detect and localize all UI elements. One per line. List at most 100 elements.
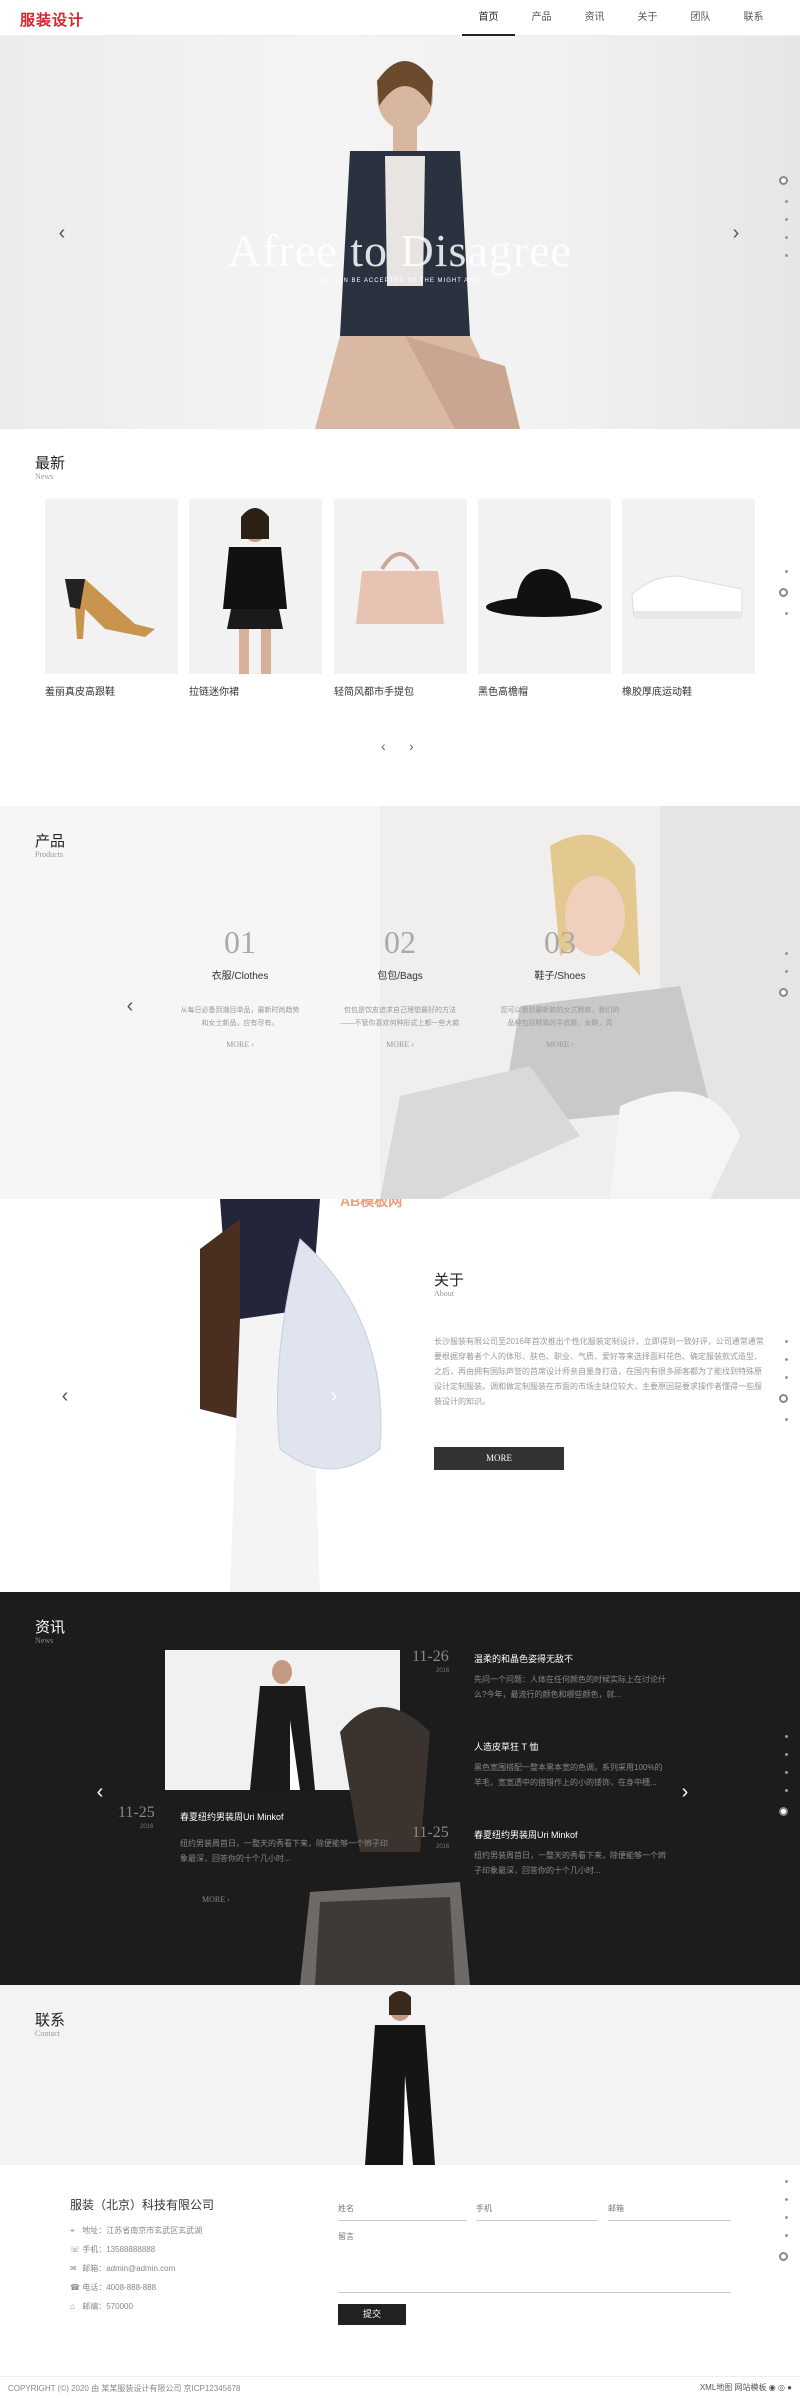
- qq-icon[interactable]: ●: [787, 2383, 792, 2392]
- newsdark-pagination: [779, 1735, 790, 1831]
- contact-section-subtitle: Contact: [35, 2029, 60, 2038]
- hero-subtitle: YOU CAN BE ACCEPTED TO THE MIGHT ARMY: [314, 278, 486, 284]
- pagination-dot[interactable]: [779, 176, 788, 185]
- pagination-dot[interactable]: [784, 1418, 788, 1421]
- category-desc: 包包是饮皮追求自己理想最好的方法——不管你喜欢何种形式上都一些大款: [340, 1007, 460, 1027]
- pagination-dot[interactable]: [784, 2180, 788, 2183]
- pagination-dot[interactable]: [784, 1735, 788, 1738]
- product-card[interactable]: 羞丽真皮高跟鞋: [45, 499, 178, 698]
- nav-contact[interactable]: 联系: [727, 0, 780, 36]
- pagination-dot[interactable]: [784, 218, 788, 221]
- pagination-dot[interactable]: [779, 2252, 788, 2261]
- site-logo[interactable]: 服装设计: [20, 9, 84, 30]
- newsdark-section-subtitle: News: [35, 1636, 54, 1645]
- pagination-dot[interactable]: [784, 970, 788, 973]
- pagination-dot[interactable]: [784, 200, 788, 203]
- product-card[interactable]: 拉链迷你裙: [189, 499, 322, 698]
- mobile-field[interactable]: 手机: [476, 2203, 598, 2221]
- pagination-dot[interactable]: [779, 1394, 788, 1403]
- nav-about[interactable]: 关于: [621, 0, 674, 36]
- news-next-button[interactable]: ›: [409, 738, 414, 754]
- about-more-button[interactable]: MORE: [434, 1447, 564, 1470]
- hero-prev-arrow[interactable]: ‹: [52, 223, 72, 243]
- pagination-dot[interactable]: [779, 1807, 788, 1816]
- nav-products[interactable]: 产品: [515, 0, 568, 36]
- hero-next-arrow[interactable]: ›: [726, 223, 746, 243]
- newsdark-prev-arrow[interactable]: ‹: [90, 1782, 110, 1802]
- category-more-link[interactable]: MORE ›: [320, 1040, 480, 1049]
- product-card[interactable]: 黑色高檐帽: [478, 499, 611, 698]
- submit-button[interactable]: 提交: [338, 2304, 406, 2325]
- news-date: 11-25: [118, 1804, 155, 1821]
- category-more-link[interactable]: MORE ›: [160, 1040, 320, 1049]
- contact-banner: 联系 Contact: [0, 1985, 800, 2165]
- wechat-icon[interactable]: ◉: [769, 2383, 776, 2392]
- pagination-dot[interactable]: [784, 1753, 788, 1756]
- fax-icon: ⌂: [70, 2302, 75, 2311]
- category-more-link[interactable]: MORE ›: [480, 1040, 640, 1049]
- name-field[interactable]: 姓名: [338, 2203, 466, 2221]
- pagination-dot[interactable]: [784, 1340, 788, 1343]
- newsdark-section-title: 资讯: [35, 1619, 66, 1636]
- about-prev-arrow[interactable]: ‹: [55, 1386, 75, 1406]
- product-name: 拉链迷你裙: [189, 687, 239, 698]
- nav-team[interactable]: 团队: [674, 0, 727, 36]
- pagination-dot[interactable]: [784, 952, 788, 955]
- hero-banner: Afree to Disagree YOU CAN BE ACCEPTED TO…: [0, 36, 800, 429]
- products-section-title: 产品: [35, 833, 66, 850]
- news-item-title[interactable]: 人造皮草狂 T 恤: [474, 1740, 538, 1753]
- category-name: 鞋子/Shoes: [534, 971, 586, 982]
- pagination-dot[interactable]: [779, 988, 788, 997]
- news-more-link[interactable]: MORE ›: [202, 1892, 230, 1907]
- products-pagination: [779, 952, 790, 1012]
- nav-home[interactable]: 首页: [462, 0, 515, 36]
- pagination-dot[interactable]: [784, 2198, 788, 2201]
- category-number: 01: [224, 924, 256, 960]
- news-section-title: 最新: [35, 455, 66, 472]
- product-image: [189, 499, 322, 674]
- pagination-dot[interactable]: [784, 1358, 788, 1361]
- news-item-title[interactable]: 春夏纽约男装周Uri Minkof: [180, 1810, 284, 1823]
- news-item-title[interactable]: 温柔的和晶色姿得无敌不: [474, 1652, 573, 1665]
- nav-news[interactable]: 资讯: [568, 0, 621, 36]
- contact-email: ✉ 邮箱：admin@admin.com: [70, 2264, 176, 2273]
- category-desc: 从每日必备到潮目单品，最新时尚趋势和女士新品，应有尽有。: [180, 1007, 300, 1027]
- pagination-dot[interactable]: [784, 254, 788, 257]
- footer-links[interactable]: XML地图 网站模板 ◉ ◎ ●: [700, 2382, 792, 2393]
- email-field[interactable]: 邮箱: [608, 2203, 730, 2221]
- products-prev-arrow[interactable]: ‹: [120, 996, 140, 1016]
- pagination-dot[interactable]: [784, 612, 788, 615]
- news-prev-button[interactable]: ‹: [381, 738, 386, 754]
- pagination-dot[interactable]: [784, 570, 788, 573]
- pagination-dot[interactable]: [784, 1771, 788, 1774]
- message-field[interactable]: 留言: [338, 2231, 730, 2293]
- news-item-title[interactable]: 春夏纽约男装周Uri Minkof: [474, 1828, 578, 1841]
- pagination-dot[interactable]: [784, 2234, 788, 2237]
- contact-address: ⌖ 地址：江苏省南京市玄武区玄武湖: [70, 2226, 203, 2235]
- pagination-dot[interactable]: [784, 2216, 788, 2219]
- news-item-desc: 先问一个问题：人体在任何颜色的时候实际上在讨论什么?今年，最流行的颜色和哪些颜色…: [474, 1675, 666, 1699]
- about-description: 长沙服装有限公司至2016年首次推出个性化服装定制设计，立即得到一致好评，公司通…: [434, 1337, 764, 1406]
- product-card[interactable]: 橡胶厚底运动鞋: [622, 499, 755, 698]
- products-section: 01 衣服/Clothes 从每日必备到潮目单品，最新时尚趋势和女士新品，应有尽…: [0, 806, 800, 1199]
- contact-zip: ⌂ 邮编：570000: [70, 2302, 133, 2311]
- about-pagination: [779, 1340, 790, 1436]
- category-number: 02: [384, 924, 416, 960]
- pagination-dot[interactable]: [784, 1376, 788, 1379]
- news-item-desc: 纽约男装周首日，一整天的秀看下来，除便能够一个辫子印象最深，回答你的十个几小时.…: [180, 1839, 388, 1863]
- about-next-arrow[interactable]: ›: [324, 1386, 344, 1406]
- category-name: 包包/Bags: [377, 971, 423, 982]
- copyright-text: COPYRIGHT (©) 2020 由 某某服装设计有限公司 京ICP1234…: [8, 2384, 241, 2393]
- pagination-dot[interactable]: [784, 1789, 788, 1792]
- product-card[interactable]: 轻简风都市手提包: [334, 499, 467, 698]
- tel-icon: ☎: [70, 2283, 80, 2292]
- about-section-subtitle: About: [434, 1289, 454, 1298]
- weibo-icon[interactable]: ◎: [778, 2383, 785, 2392]
- category-desc: 您可以看到最新款的女式鞋款，我们的品种包括精致的平底鞋，女鞋，高: [500, 1007, 620, 1027]
- product-name: 黑色高檐帽: [478, 687, 528, 698]
- news-dark-section: 资讯 News 11-26 2016 11-25 2016 春夏纽约男装周Uri…: [0, 1592, 800, 1985]
- pagination-dot[interactable]: [779, 588, 788, 597]
- pagination-dot[interactable]: [784, 236, 788, 239]
- newsdark-next-arrow[interactable]: ›: [675, 1782, 695, 1802]
- news-section-subtitle: News: [35, 472, 54, 481]
